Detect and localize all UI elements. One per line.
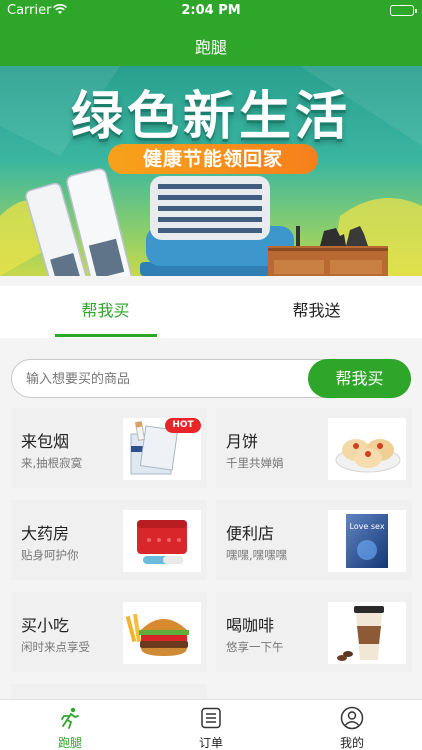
burger-image <box>123 602 201 664</box>
coffee-cup-image <box>328 602 406 664</box>
category-desc: 千里共婵娟 <box>226 456 284 470</box>
category-desc: 嘿嘿,嘿嘿嘿 <box>226 548 288 562</box>
status-bar: Carrier 2:04 PM <box>0 0 422 22</box>
category-name: 月饼 <box>226 432 259 451</box>
category-card-coffee[interactable]: 喝咖啡 悠享一下午 <box>216 592 412 672</box>
medicine-box-image <box>123 510 201 572</box>
search-bar: 帮我买 <box>11 359 411 398</box>
category-desc: 贴身呵护你 <box>21 548 79 562</box>
buy-search-button[interactable]: 帮我买 <box>308 359 411 398</box>
order-list-icon <box>199 706 223 730</box>
tabbar-item-profile[interactable]: 我的 <box>282 700 422 750</box>
tab-buy-for-me[interactable]: 帮我买 <box>0 286 211 338</box>
product-label: Love sex <box>349 522 385 531</box>
category-desc: 悠享一下午 <box>226 640 284 654</box>
nav-bar: 跑腿 <box>0 22 422 66</box>
banner-subline: 健康节能领回家 <box>108 144 318 174</box>
page-title: 跑腿 <box>194 38 227 57</box>
promo-banner[interactable]: 绿色新生活 健康节能领回家 <box>0 66 422 276</box>
category-card-cigarettes[interactable]: 来包烟 来,抽根寂寞 HOT <box>11 408 207 488</box>
active-tab-indicator <box>55 334 157 337</box>
category-card-snacks[interactable]: 买小吃 闲时来点享受 <box>11 592 207 672</box>
tabbar-label: 跑腿 <box>57 736 82 750</box>
bottom-tab-bar: 跑腿 订单 我的 <box>0 699 422 750</box>
convenience-product-image: Love sex <box>328 510 406 572</box>
banner-headline: 绿色新生活 <box>70 87 351 147</box>
category-card-mooncake[interactable]: 月饼 千里共婵娟 <box>216 408 412 488</box>
category-name: 大药房 <box>21 524 70 543</box>
tabbar-label: 我的 <box>339 736 364 750</box>
category-desc: 来,抽根寂寞 <box>21 456 83 470</box>
category-name: 来包烟 <box>21 432 70 451</box>
user-icon <box>340 706 364 730</box>
category-name: 买小吃 <box>21 616 70 635</box>
runner-icon <box>58 706 82 730</box>
tab-deliver-for-me[interactable]: 帮我送 <box>211 286 422 338</box>
category-desc: 闲时来点享受 <box>21 640 90 654</box>
category-card-pharmacy[interactable]: 大药房 贴身呵护你 <box>11 500 207 580</box>
category-card-partial[interactable] <box>11 684 207 699</box>
category-name: 喝咖啡 <box>226 616 275 635</box>
tabbar-label: 订单 <box>198 736 223 750</box>
search-input[interactable] <box>26 368 306 390</box>
mooncake-image <box>328 418 406 480</box>
battery-icon <box>390 5 417 16</box>
hot-badge: HOT <box>165 418 201 433</box>
mode-tabs: 帮我买 帮我送 <box>0 286 422 338</box>
tabbar-item-orders[interactable]: 订单 <box>141 700 281 750</box>
category-card-convenience-store[interactable]: 便利店 嘿嘿,嘿嘿嘿 Love sex <box>216 500 412 580</box>
category-name: 便利店 <box>226 524 275 543</box>
clock: 2:04 PM <box>181 3 241 18</box>
tabbar-item-errand[interactable]: 跑腿 <box>0 700 140 750</box>
